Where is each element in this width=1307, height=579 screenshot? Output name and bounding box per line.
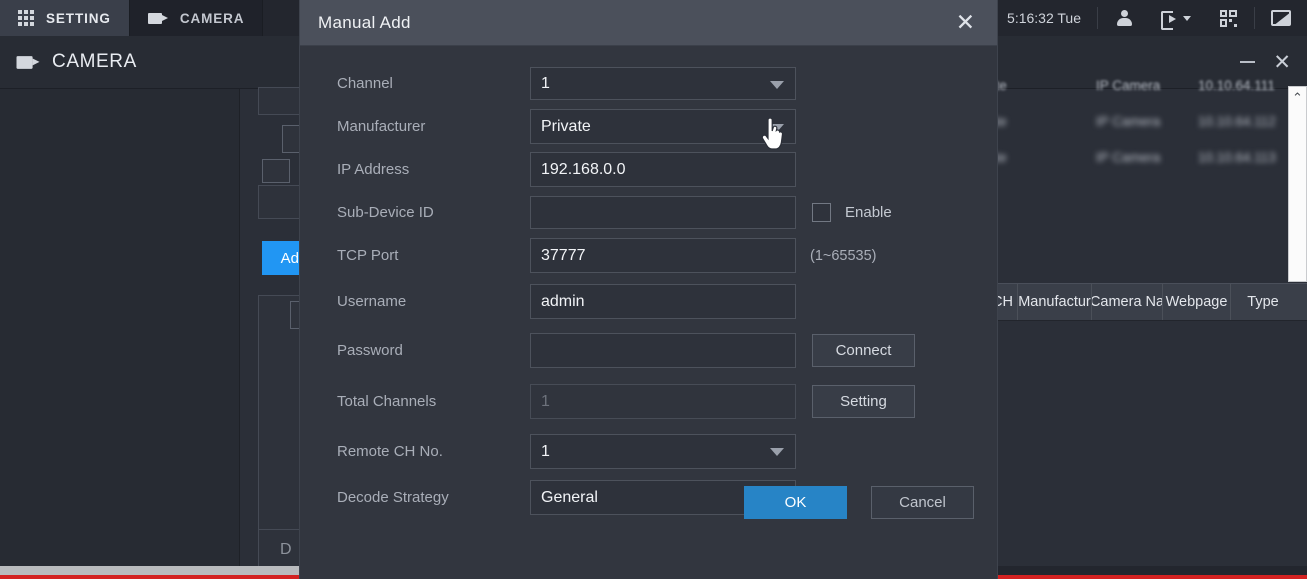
column-header-camera-name: Camera Na: [1092, 284, 1163, 320]
connect-button[interactable]: Connect: [812, 333, 915, 367]
tab-camera[interactable]: CAMERA: [129, 0, 264, 36]
user-account-button[interactable]: [1098, 0, 1150, 36]
total-channels-input: 1: [530, 383, 796, 419]
delete-button[interactable]: D: [280, 541, 292, 559]
monitor-icon: [1271, 10, 1291, 26]
clock-display: 5:16:32 Tue: [990, 0, 1097, 36]
row-camera: IP Camera: [1096, 114, 1161, 129]
field-row-channel: Channel 1: [300, 62, 997, 105]
column-header-type: Type: [1247, 294, 1279, 310]
enable-checkbox-label: Enable: [845, 204, 892, 221]
username-wrap: admin: [530, 283, 796, 319]
chevron-down-icon: [770, 448, 784, 456]
field-row-sub-device-id: Sub-Device ID Enable: [300, 191, 997, 234]
field-row-ip-address: IP Address 192.168.0.0: [300, 148, 997, 191]
total-channels-wrap: 1: [530, 383, 796, 419]
tcp-port-input[interactable]: 37777: [530, 238, 796, 273]
dialog-title: Manual Add: [318, 12, 411, 32]
table-row: ate IP Camera 10.10.64.112: [988, 114, 1288, 147]
label-tcp-port: TCP Port: [337, 247, 399, 264]
field-row-remote-ch-no: Remote CH No. 1: [300, 427, 997, 475]
row-address: 10.10.64.111: [1198, 78, 1275, 93]
sub-device-id-wrap: [530, 196, 796, 229]
field-row-tcp-port: TCP Port 37777 (1~65535): [300, 234, 997, 277]
setting-button[interactable]: Setting: [812, 384, 915, 418]
field-row-username: Username admin: [300, 277, 997, 325]
user-icon: [1116, 10, 1132, 26]
dialog-footer: OK Cancel: [300, 479, 997, 525]
remote-ch-no-value: 1: [541, 442, 550, 460]
label-username: Username: [337, 292, 407, 310]
manufacturer-select-wrap: Private: [530, 109, 796, 144]
channel-value: 1: [541, 75, 550, 92]
ghost-checkbox-2: [262, 159, 290, 183]
password-input[interactable]: [530, 332, 796, 368]
dialog-body: Channel 1 Manufacturer Private IP Addres…: [300, 46, 997, 533]
channel-select-wrap: 1: [530, 67, 796, 100]
logout-icon: [1161, 10, 1177, 30]
field-row-password: Password Connect: [300, 325, 997, 375]
table-row: ate IP Camera 10.10.64.111: [988, 78, 1288, 111]
background-device-rows: ate IP Camera 10.10.64.111 ate IP Camera…: [988, 78, 1288, 185]
page-title: CAMERA: [52, 51, 137, 72]
close-icon[interactable]: ✕: [1273, 52, 1291, 73]
enable-checkbox[interactable]: [812, 203, 831, 222]
tab-setting[interactable]: SETTING: [0, 0, 130, 36]
scroll-up-icon[interactable]: ⌃: [1292, 91, 1303, 104]
field-row-manufacturer: Manufacturer Private: [300, 105, 997, 148]
qr-code-icon: [1219, 9, 1237, 27]
window-controls: ✕: [1240, 52, 1307, 73]
chevron-down-icon: [1183, 15, 1191, 21]
table-row: ate IP Camera 10.10.64.113: [988, 150, 1288, 183]
dialog-titlebar: Manual Add ✕: [300, 0, 997, 46]
ip-address-wrap: 192.168.0.0: [530, 152, 796, 187]
label-ip-address: IP Address: [337, 161, 410, 178]
label-password: Password: [337, 341, 403, 359]
column-header-webpage: Webpage: [1163, 284, 1231, 320]
chevron-down-icon: [770, 80, 784, 89]
device-table-header: CH Manufactur Camera Na Webpage Type: [988, 283, 1307, 321]
ip-address-input[interactable]: 192.168.0.0: [530, 152, 796, 187]
manufacturer-value: Private: [541, 118, 591, 135]
remote-ch-no-wrap: 1: [530, 433, 796, 469]
logout-button[interactable]: [1150, 0, 1202, 36]
display-settings-button[interactable]: [1255, 0, 1307, 36]
chevron-down-icon: [770, 123, 784, 132]
row-address: 10.10.64.113: [1198, 150, 1276, 165]
dialog-close-icon[interactable]: ✕: [952, 9, 979, 36]
column-header-manufacturer: Manufactur: [1018, 284, 1092, 320]
remote-ch-no-select[interactable]: 1: [530, 433, 796, 469]
camera-icon: [147, 12, 168, 24]
cancel-button[interactable]: Cancel: [871, 485, 974, 519]
row-address: 10.10.64.112: [1198, 114, 1276, 129]
password-wrap: [530, 332, 796, 368]
qr-code-button[interactable]: [1202, 0, 1254, 36]
username-input[interactable]: admin: [530, 283, 796, 319]
label-total-channels: Total Channels: [337, 392, 437, 410]
tcp-port-wrap: 37777: [530, 238, 796, 273]
camera-window-icon: [16, 55, 40, 69]
minimize-icon[interactable]: [1240, 61, 1256, 63]
enable-checkbox-group[interactable]: Enable: [812, 203, 892, 222]
manual-add-dialog: Manual Add ✕ Channel 1 Manufacturer Priv…: [300, 0, 997, 579]
label-manufacturer: Manufacturer: [337, 118, 426, 135]
field-row-total-channels: Total Channels 1 Setting: [300, 375, 997, 427]
vertical-scrollbar[interactable]: ⌃: [1288, 86, 1307, 282]
label-channel: Channel: [337, 75, 393, 92]
left-navigation-panel: [0, 89, 240, 579]
channel-select[interactable]: 1: [530, 67, 796, 100]
grid-icon: [18, 10, 34, 26]
tab-setting-label: SETTING: [46, 10, 111, 26]
tcp-port-hint: (1~65535): [810, 247, 877, 264]
manufacturer-select[interactable]: Private: [530, 109, 796, 144]
row-camera: IP Camera: [1096, 78, 1161, 93]
row-camera: IP Camera: [1096, 150, 1161, 165]
tab-camera-label: CAMERA: [179, 10, 245, 26]
label-sub-device-id: Sub-Device ID: [337, 204, 434, 221]
sub-device-id-input[interactable]: [530, 196, 796, 229]
ok-button[interactable]: OK: [744, 485, 847, 519]
label-remote-ch-no: Remote CH No.: [337, 442, 443, 460]
